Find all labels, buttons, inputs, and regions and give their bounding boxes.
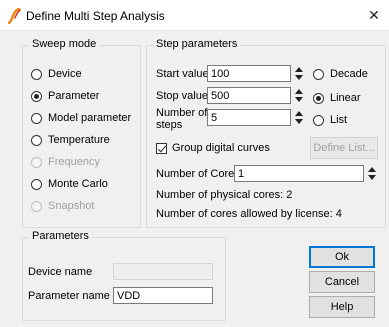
sweep-option-model-parameter[interactable]: Model parameter <box>31 112 131 124</box>
number-of-steps-spinner[interactable] <box>294 109 304 126</box>
radio-temperature[interactable] <box>31 134 42 146</box>
number-of-steps-field[interactable]: 5 <box>207 109 291 126</box>
sweep-option-label: Frequency <box>48 156 100 168</box>
number-of-cores-label: Number of Cores <box>156 168 240 180</box>
ok-button[interactable]: Ok <box>309 246 375 268</box>
physical-cores-text: Number of physical cores: 2 <box>156 189 293 201</box>
sweep-option-temperature[interactable]: Temperature <box>31 134 110 146</box>
radio-model-parameter[interactable] <box>31 112 42 124</box>
parameters-group: Parameters Device name Parameter name VD… <box>22 230 226 321</box>
title-bar: Define Multi Step Analysis ✕ <box>0 0 389 31</box>
sweep-option-parameter[interactable]: Parameter <box>31 90 99 102</box>
group-digital-label: Group digital curves <box>172 142 270 154</box>
stop-value-spinner[interactable] <box>294 87 304 104</box>
number-of-cores-spinner[interactable] <box>367 165 377 182</box>
radio-parameter[interactable] <box>31 90 42 102</box>
sweep-option-frequency: Frequency <box>31 156 100 168</box>
group-digital-checkbox[interactable] <box>156 143 167 154</box>
scale-option-decade[interactable]: Decade <box>313 68 368 80</box>
start-value-label: Start value <box>156 68 209 80</box>
radio-list[interactable] <box>313 114 324 126</box>
sweep-mode-title: Sweep mode <box>29 38 100 50</box>
sweep-option-label: Model parameter <box>48 112 132 124</box>
step-parameters-title: Step parameters <box>153 38 241 50</box>
define-list-button: Define List... <box>310 137 378 159</box>
license-cores-text: Number of cores allowed by license: 4 <box>156 208 342 220</box>
device-name-field <box>113 263 213 280</box>
stop-value-label: Stop value <box>156 90 208 102</box>
window-title: Define Multi Step Analysis <box>26 9 165 23</box>
scale-option-linear[interactable]: Linear <box>313 92 361 104</box>
radio-linear[interactable] <box>313 92 324 104</box>
app-logo-icon <box>7 7 22 25</box>
radio-frequency <box>31 156 42 168</box>
number-of-cores-field[interactable]: 1 <box>234 165 364 182</box>
radio-decade[interactable] <box>313 68 324 80</box>
cancel-button[interactable]: Cancel <box>309 271 375 293</box>
sweep-option-label: Snapshot <box>48 200 95 212</box>
radio-snapshot <box>31 200 42 212</box>
sweep-option-label: Monte Carlo <box>48 178 108 190</box>
stop-value-field[interactable]: 500 <box>207 87 291 104</box>
number-of-steps-label-1: Number of <box>156 107 208 119</box>
sweep-option-label: Temperature <box>48 134 110 146</box>
device-name-label: Device name <box>28 266 93 278</box>
sweep-option-monte-carlo[interactable]: Monte Carlo <box>31 178 108 190</box>
close-icon[interactable]: ✕ <box>359 0 389 30</box>
start-value-field[interactable]: 100 <box>207 65 291 82</box>
scale-option-label: Linear <box>330 92 361 104</box>
start-value-spinner[interactable] <box>294 65 304 82</box>
sweep-option-label: Device <box>48 68 82 80</box>
help-button[interactable]: Help <box>309 296 375 318</box>
dialog-body: Sweep mode Device Parameter Model parame… <box>0 31 389 327</box>
scale-option-label: List <box>330 114 348 126</box>
number-of-steps-label-2: steps <box>156 119 183 131</box>
scale-option-list[interactable]: List <box>313 114 347 126</box>
sweep-option-label: Parameter <box>48 90 100 102</box>
sweep-mode-group: Sweep mode Device Parameter Model parame… <box>22 38 141 228</box>
parameter-name-field[interactable]: VDD <box>113 287 213 304</box>
radio-monte-carlo[interactable] <box>31 178 42 190</box>
step-parameters-group: Step parameters Start value 100 Stop val… <box>146 38 386 228</box>
radio-device[interactable] <box>31 68 42 80</box>
scale-option-label: Decade <box>330 68 368 80</box>
parameters-title: Parameters <box>29 230 92 242</box>
sweep-option-device[interactable]: Device <box>31 68 82 80</box>
parameter-name-label: Parameter name <box>28 290 110 302</box>
sweep-option-snapshot: Snapshot <box>31 200 94 212</box>
